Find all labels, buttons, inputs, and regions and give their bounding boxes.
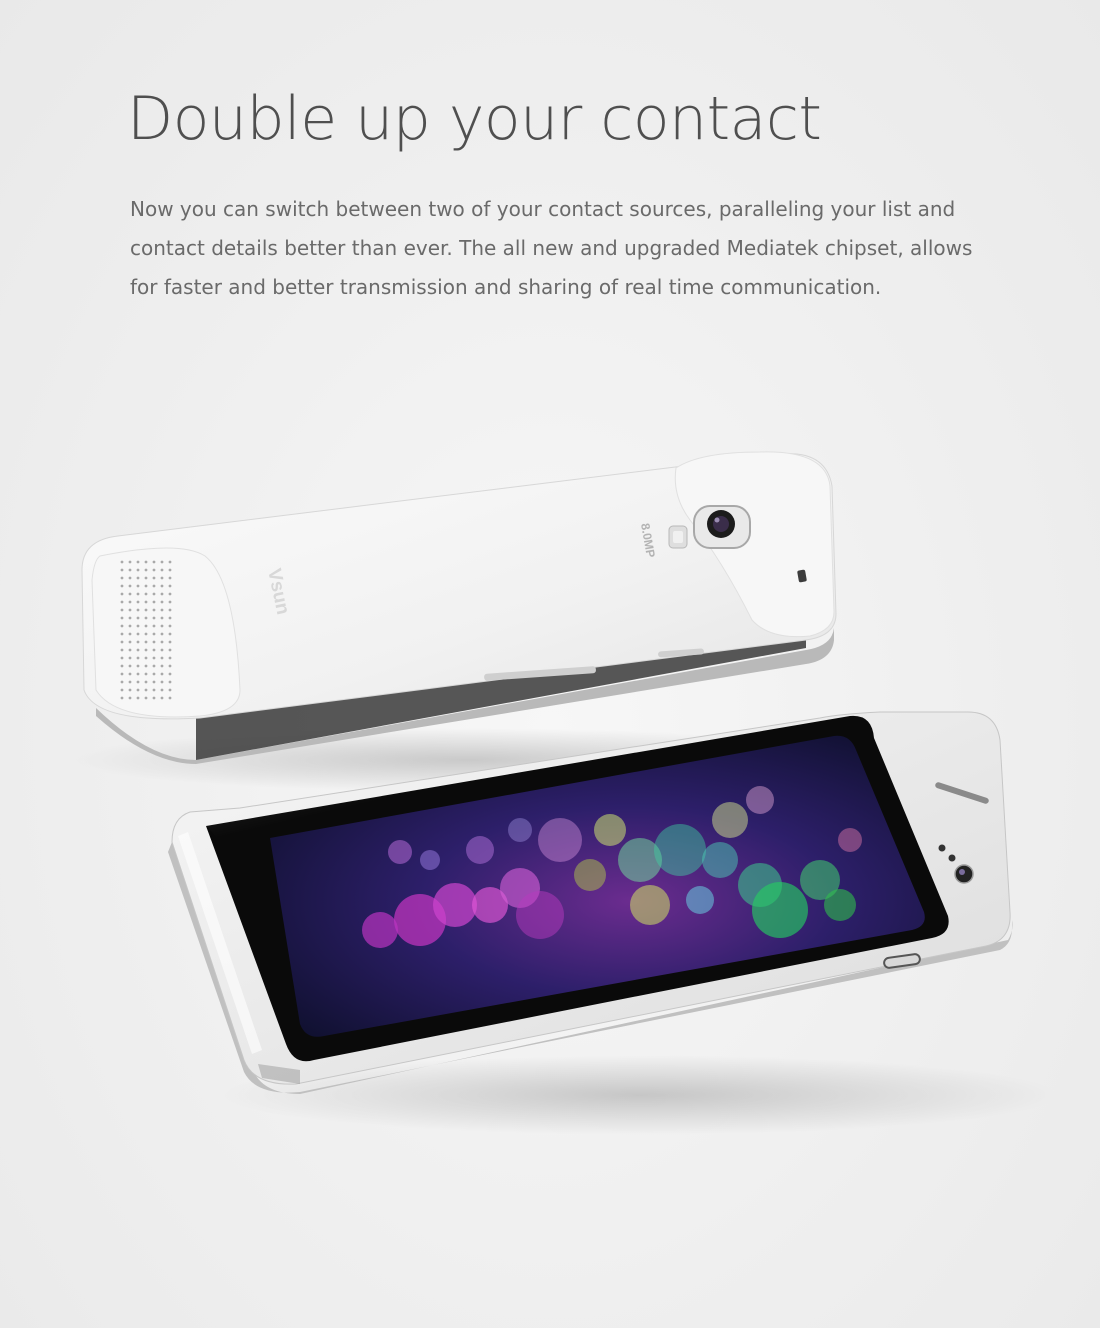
- product-feature-page: Double up your contact Now you can switc…: [0, 0, 1100, 1328]
- feature-description: Now you can switch between two of your c…: [130, 197, 973, 299]
- proximity-sensor: [938, 844, 946, 852]
- feature-headline: Double up your contact: [127, 84, 822, 154]
- rear-camera-icon: [693, 505, 751, 549]
- phone-product-image: Vsun 8.0MP: [0, 330, 1100, 1328]
- phone-back-view: Vsun 8.0MP: [81, 451, 837, 764]
- front-camera-icon: [954, 864, 974, 884]
